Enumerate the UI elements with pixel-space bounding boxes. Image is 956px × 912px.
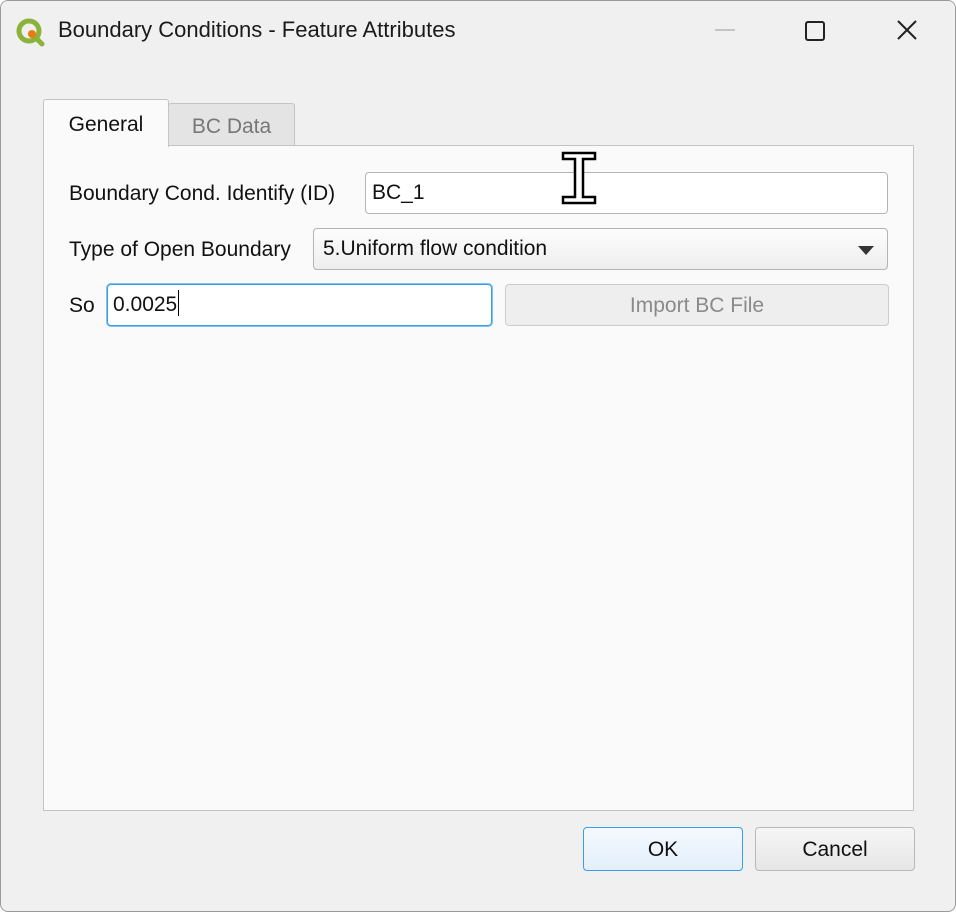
import-bc-file-button[interactable]: Import BC File bbox=[505, 284, 889, 326]
so-label: So bbox=[69, 294, 95, 317]
dialog-window: Boundary Conditions - Feature Attributes… bbox=[0, 0, 956, 912]
text-cursor-icon bbox=[561, 151, 597, 205]
window-title: Boundary Conditions - Feature Attributes bbox=[58, 17, 456, 42]
qgis-logo-icon bbox=[15, 17, 49, 47]
close-icon bbox=[897, 20, 917, 40]
ok-button[interactable]: OK bbox=[583, 827, 743, 871]
so-input[interactable]: 0.0025 bbox=[107, 284, 492, 326]
boundary-type-label: Type of Open Boundary bbox=[69, 238, 291, 261]
minimize-icon bbox=[715, 29, 735, 31]
boundary-type-select[interactable]: 5.Uniform flow condition bbox=[313, 228, 888, 270]
close-button[interactable] bbox=[879, 5, 935, 57]
so-input-value: 0.0025 bbox=[113, 293, 178, 316]
id-input-value: BC_1 bbox=[372, 181, 425, 204]
tab-bc-data[interactable]: BC Data bbox=[168, 103, 295, 145]
cancel-button[interactable]: Cancel bbox=[755, 827, 915, 871]
chevron-down-icon bbox=[858, 246, 874, 255]
id-label: Boundary Cond. Identify (ID) bbox=[69, 182, 336, 205]
boundary-type-value: 5.Uniform flow condition bbox=[323, 237, 548, 260]
maximize-icon bbox=[805, 21, 825, 41]
maximize-button[interactable] bbox=[787, 5, 843, 57]
id-input[interactable]: BC_1 bbox=[365, 172, 888, 214]
tab-general[interactable]: General bbox=[43, 99, 169, 147]
text-caret bbox=[178, 290, 180, 317]
minimize-button[interactable] bbox=[697, 5, 753, 57]
title-bar[interactable]: Boundary Conditions - Feature Attributes bbox=[1, 1, 955, 63]
